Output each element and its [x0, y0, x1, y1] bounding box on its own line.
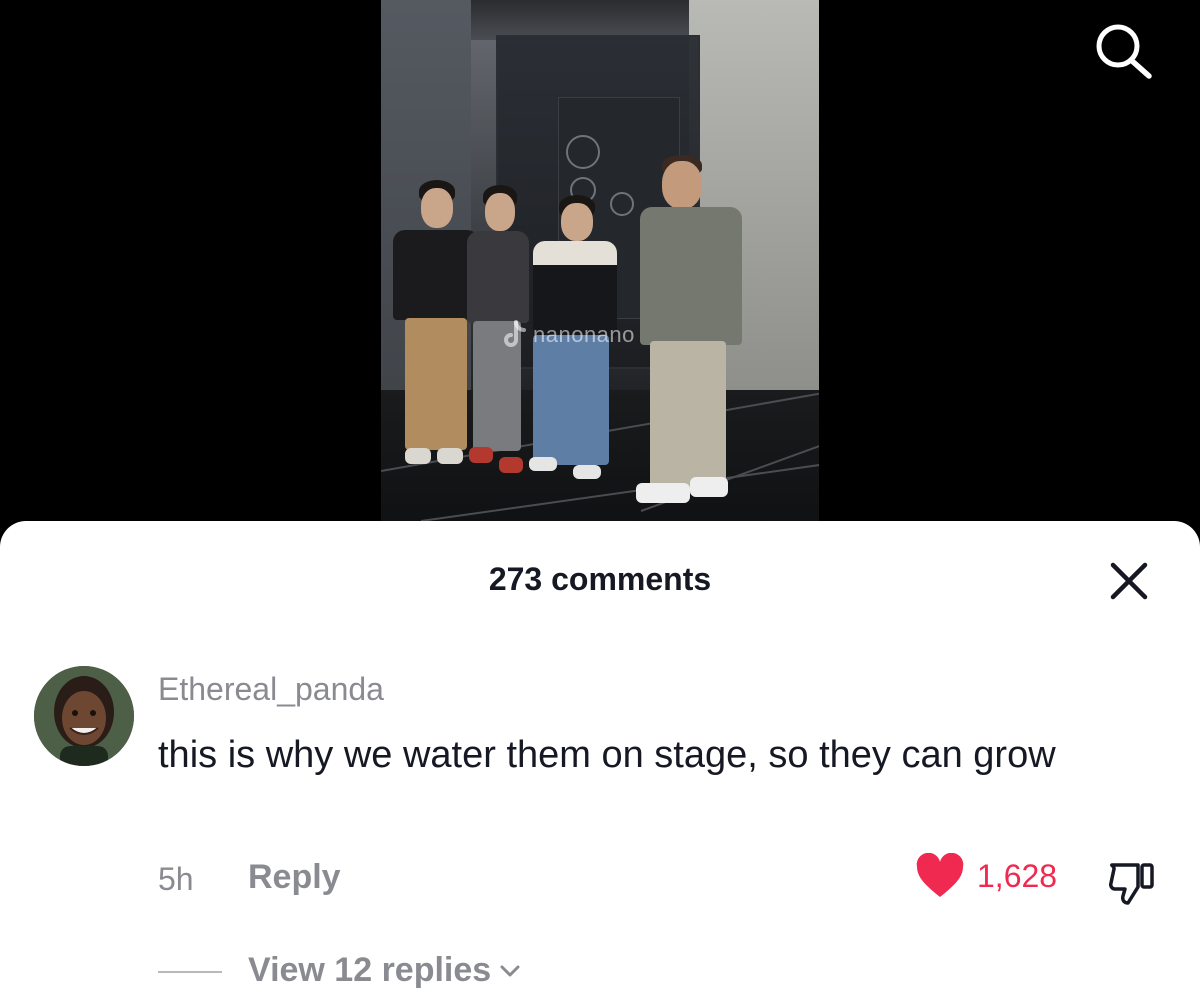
chevron-down-icon	[500, 965, 520, 976]
dislike-button[interactable]	[1106, 857, 1158, 907]
person-4	[636, 155, 746, 510]
close-icon	[1110, 562, 1148, 600]
view-replies-label: View 12 replies	[248, 951, 492, 989]
replies-divider	[158, 971, 222, 973]
search-icon	[1096, 24, 1152, 79]
comment-text: this is why we water them on stage, so t…	[158, 734, 1056, 776]
video-player[interactable]: nanonano	[0, 0, 1200, 540]
avatar[interactable]	[34, 666, 134, 766]
comment-username[interactable]: Ethereal_panda	[158, 671, 384, 708]
watermark-text: nanonano	[533, 322, 635, 347]
sun-emblem	[566, 135, 600, 169]
heart-icon	[916, 853, 964, 897]
tiktok-logo-icon	[504, 320, 526, 347]
like-count: 1,628	[977, 857, 1058, 894]
video-frame[interactable]: nanonano	[381, 0, 819, 540]
reply-button[interactable]: Reply	[248, 858, 341, 897]
close-button[interactable]	[1105, 557, 1153, 605]
like-button[interactable]: 1,628	[915, 853, 1057, 899]
comments-sheet: 273 comments Ethereal_panda this is why …	[0, 521, 1200, 1004]
search-button[interactable]	[1090, 20, 1156, 80]
thumbs-down-icon	[1109, 863, 1154, 905]
comments-count-title: 273 comments	[488, 561, 712, 597]
avatar-image	[34, 666, 134, 766]
comment-timestamp: 5h	[158, 861, 194, 897]
view-replies-button[interactable]: View 12 replies	[248, 951, 521, 990]
video-watermark: nanonano	[501, 320, 635, 350]
